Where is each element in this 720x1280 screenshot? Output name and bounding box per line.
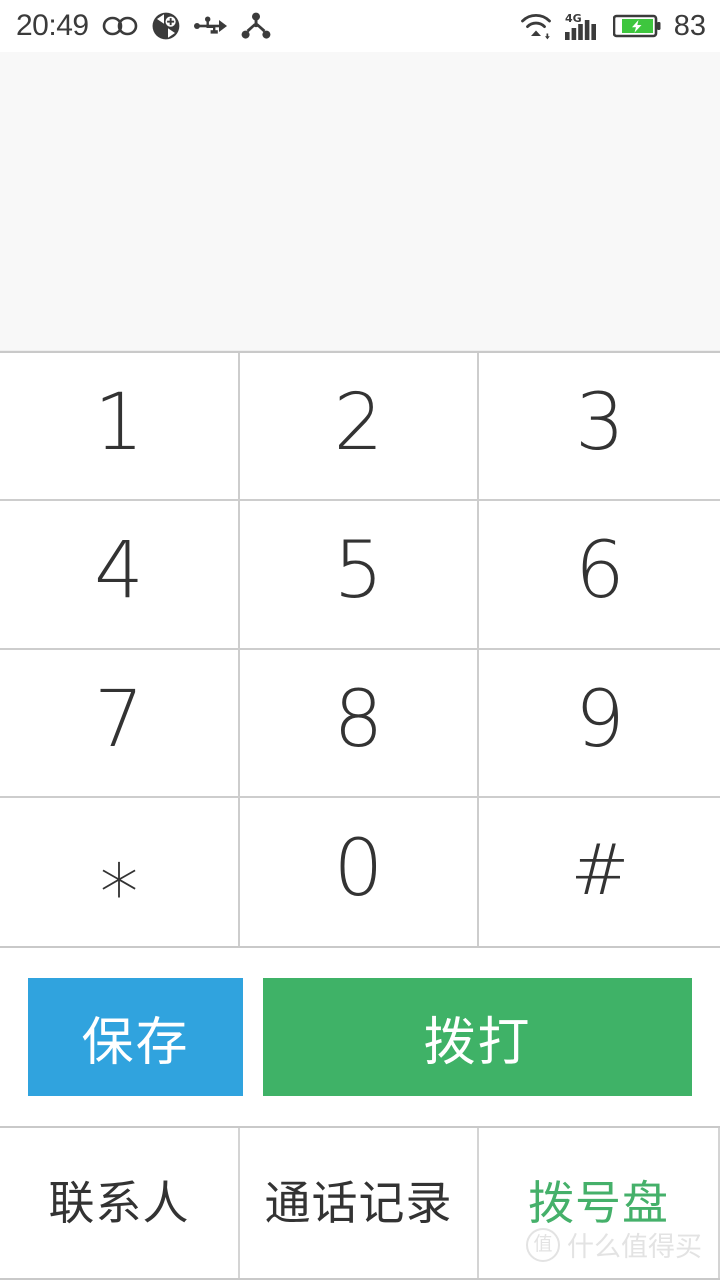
key-0[interactable]: 0 bbox=[240, 797, 479, 946]
key-7[interactable]: 7 bbox=[0, 649, 240, 798]
key-3[interactable]: 3 bbox=[479, 353, 720, 502]
sync-add-icon bbox=[151, 11, 181, 41]
key-7-label: 7 bbox=[94, 674, 144, 765]
dial-button-label: 拨打 bbox=[423, 1012, 532, 1073]
save-button-label: 保存 bbox=[81, 1012, 190, 1073]
dial-button[interactable]: 拨打 bbox=[263, 978, 692, 1096]
dialed-number-display[interactable] bbox=[0, 52, 720, 351]
battery-charging-icon bbox=[612, 13, 661, 39]
dial-keypad: 1 2 3 4 5 6 7 8 9 ∗ 0 # bbox=[0, 351, 720, 948]
tab-contacts-label: 联系人 bbox=[48, 1176, 190, 1230]
key-6-label: 6 bbox=[575, 526, 625, 617]
share-node-icon bbox=[241, 12, 271, 40]
key-5[interactable]: 5 bbox=[240, 501, 479, 650]
key-8[interactable]: 8 bbox=[240, 649, 479, 798]
key-2[interactable]: 2 bbox=[240, 353, 479, 502]
status-time: 20:49 bbox=[16, 9, 89, 42]
key-star[interactable]: ∗ bbox=[0, 797, 240, 946]
save-button[interactable]: 保存 bbox=[28, 978, 243, 1096]
key-8-label: 8 bbox=[333, 674, 384, 765]
phone-screen: 20:49 4G 83 1 2 3 4 5 6 7 8 9 ∗ 0 # 保存 拨… bbox=[0, 0, 720, 1280]
tab-contacts[interactable]: 联系人 bbox=[0, 1128, 240, 1278]
infinity-icon bbox=[102, 13, 138, 39]
action-button-bar: 保存 拨打 bbox=[0, 948, 720, 1128]
svg-text:4G: 4G bbox=[565, 12, 582, 25]
tab-call-log-label: 通话记录 bbox=[264, 1176, 453, 1230]
key-4-label: 4 bbox=[94, 526, 144, 617]
status-bar-right: 4G 83 bbox=[519, 11, 706, 41]
key-4[interactable]: 4 bbox=[0, 501, 240, 650]
key-6[interactable]: 6 bbox=[479, 501, 720, 650]
tab-call-log[interactable]: 通话记录 bbox=[240, 1128, 479, 1278]
bottom-tab-bar: 联系人 通话记录 拨号盘 值 什么值得买 bbox=[0, 1128, 720, 1280]
usb-icon bbox=[193, 14, 228, 38]
key-0-label: 0 bbox=[333, 823, 384, 914]
wifi-icon bbox=[519, 12, 553, 40]
key-2-label: 2 bbox=[333, 378, 384, 469]
cellular-signal-4g-icon: 4G bbox=[564, 11, 602, 41]
status-bar-left: 20:49 bbox=[16, 11, 271, 41]
tab-dialpad-label: 拨号盘 bbox=[528, 1176, 669, 1230]
tab-dialpad[interactable]: 拨号盘 bbox=[479, 1128, 720, 1278]
key-hash[interactable]: # bbox=[479, 797, 720, 946]
battery-percent-label: 83 bbox=[673, 9, 706, 42]
status-bar: 20:49 4G 83 bbox=[0, 0, 720, 52]
key-hash-label: # bbox=[570, 828, 630, 911]
key-star-label: ∗ bbox=[94, 832, 144, 923]
key-1-label: 1 bbox=[94, 378, 144, 469]
key-9-label: 9 bbox=[575, 674, 625, 765]
key-9[interactable]: 9 bbox=[479, 649, 720, 798]
key-3-label: 3 bbox=[575, 378, 625, 469]
key-1[interactable]: 1 bbox=[0, 353, 240, 502]
key-5-label: 5 bbox=[333, 526, 384, 617]
